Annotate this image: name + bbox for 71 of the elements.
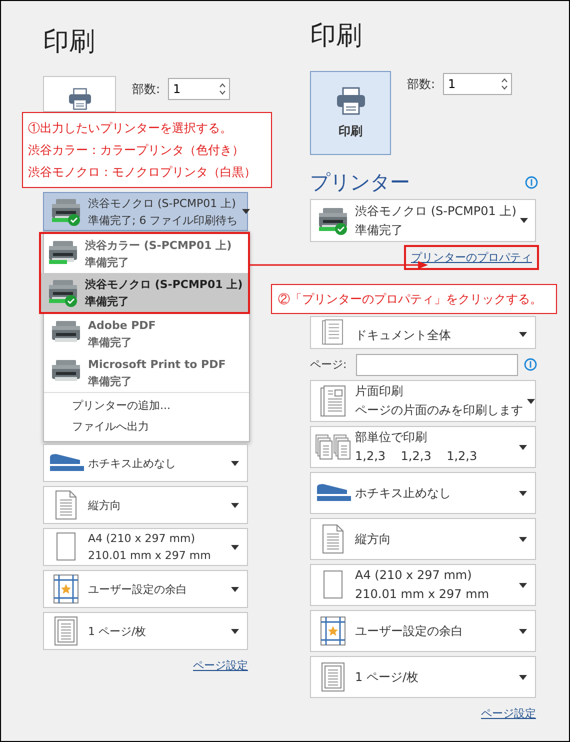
menu-item[interactable]: ファイルへ出力 [44, 416, 249, 437]
margins-icon [53, 574, 79, 604]
field-label: ページ: [310, 357, 348, 372]
caret-icon [231, 628, 239, 634]
pages-per-sheet-dropdown[interactable]: 1 ページ/枚 [43, 612, 248, 650]
page-icon [54, 490, 78, 520]
margins-icon [320, 616, 346, 646]
pages-per-sheet-dropdown[interactable]: 1 ページ/枚 [310, 656, 536, 698]
stapler-icon [48, 453, 84, 473]
spinner-icon [501, 77, 508, 91]
orientation-dropdown[interactable]: 縦方向 [310, 518, 536, 560]
caret-icon [231, 460, 239, 466]
stapler-icon [315, 483, 351, 503]
info-icon [524, 358, 537, 371]
orientation-dropdown[interactable]: 縦方向 [43, 486, 248, 524]
page-title: 印刷 [43, 26, 95, 59]
print-button[interactable]: 印刷 [310, 71, 391, 155]
printer-option[interactable]: 渋谷モノクロ (S-PCMP01 上) 準備完了 [41, 273, 248, 312]
paper-size-dropdown[interactable]: A4 (210 x 297 mm) 210.01 mm x 297 mm [310, 564, 536, 606]
printer-option[interactable]: Microsoft Print to PDF 準備完了 [44, 353, 249, 392]
page-icon [321, 662, 345, 692]
section-heading: プリンター [310, 169, 410, 195]
caret-icon [519, 674, 527, 680]
printer-dropdown[interactable]: 渋谷モノクロ (S-PCMP01 上) 準備完了; 6 ファイル印刷待ち [43, 192, 248, 231]
field-label: 部数: [407, 76, 436, 92]
copies-field[interactable]: 1 [168, 78, 230, 100]
page-setup-link[interactable]: ページ設定 [481, 706, 536, 721]
page-icon [320, 385, 346, 417]
caret-icon [519, 444, 527, 450]
collate-icon [315, 434, 351, 460]
caret-icon [231, 502, 239, 508]
margins-dropdown[interactable]: ユーザー設定の余白 [310, 610, 536, 652]
copies-field[interactable]: 1 [443, 73, 512, 95]
callout: ①出力したいプリンターを選択する。 渋谷カラー：カラープリンタ（色付き） 渋谷モノクロ：モノクロプリンタ（白黒） [22, 112, 272, 188]
printer-option[interactable]: Adobe PDF 準備完了 [44, 314, 249, 353]
spinner-icon [219, 82, 226, 96]
caret-icon [519, 628, 527, 634]
staple-dropdown[interactable]: ホチキス止めなし [310, 472, 536, 514]
caret-icon [519, 536, 527, 542]
info-icon [525, 176, 538, 188]
caret-icon [519, 490, 527, 496]
collation-dropdown[interactable]: 部単位で印刷 1,2,3 1,2,3 1,2,3 [310, 426, 536, 468]
pages-icon [320, 319, 346, 345]
field-label: 部数: [132, 80, 160, 98]
paper-icon [56, 532, 76, 562]
page-title: 印刷 [310, 20, 362, 53]
printer-icon [336, 86, 366, 114]
print-button[interactable] [43, 76, 116, 112]
printer-icon [68, 88, 92, 110]
callout: ②「プリンターのプロパティ」をクリックする。 [271, 284, 557, 314]
caret-icon [231, 586, 239, 592]
paper-size-dropdown[interactable]: A4 (210 x 297 mm) 210.01 mm x 297 mm [43, 528, 248, 566]
caret-icon [242, 209, 250, 214]
staple-dropdown[interactable]: ホチキス止めなし [43, 444, 248, 482]
duplex-dropdown[interactable]: 片面印刷 ページの片面のみを印刷します [310, 380, 536, 422]
page-range-dropdown[interactable]: ドキュメント全体 [310, 316, 536, 349]
page-range-field[interactable] [356, 354, 518, 376]
menu-item[interactable]: プリンターの追加... [44, 395, 249, 416]
printer-option[interactable]: 渋谷カラー (S-PCMP01 上) 準備完了 [41, 234, 248, 273]
page-icon [321, 524, 345, 554]
caret-icon [527, 398, 535, 404]
caret-icon [519, 332, 527, 336]
caret-icon [231, 544, 239, 550]
caret-icon [520, 218, 528, 223]
printer-dropdown[interactable]: 渋谷モノクロ (S-PCMP01 上) 準備完了 [310, 199, 536, 242]
paper-icon [323, 570, 343, 600]
printer-properties-link[interactable]: プリンターのプロパティ [404, 245, 539, 270]
caret-icon [519, 582, 527, 588]
page-icon [54, 616, 78, 646]
page-setup-link[interactable]: ページ設定 [193, 658, 248, 673]
margins-dropdown[interactable]: ユーザー設定の余白 [43, 570, 248, 608]
